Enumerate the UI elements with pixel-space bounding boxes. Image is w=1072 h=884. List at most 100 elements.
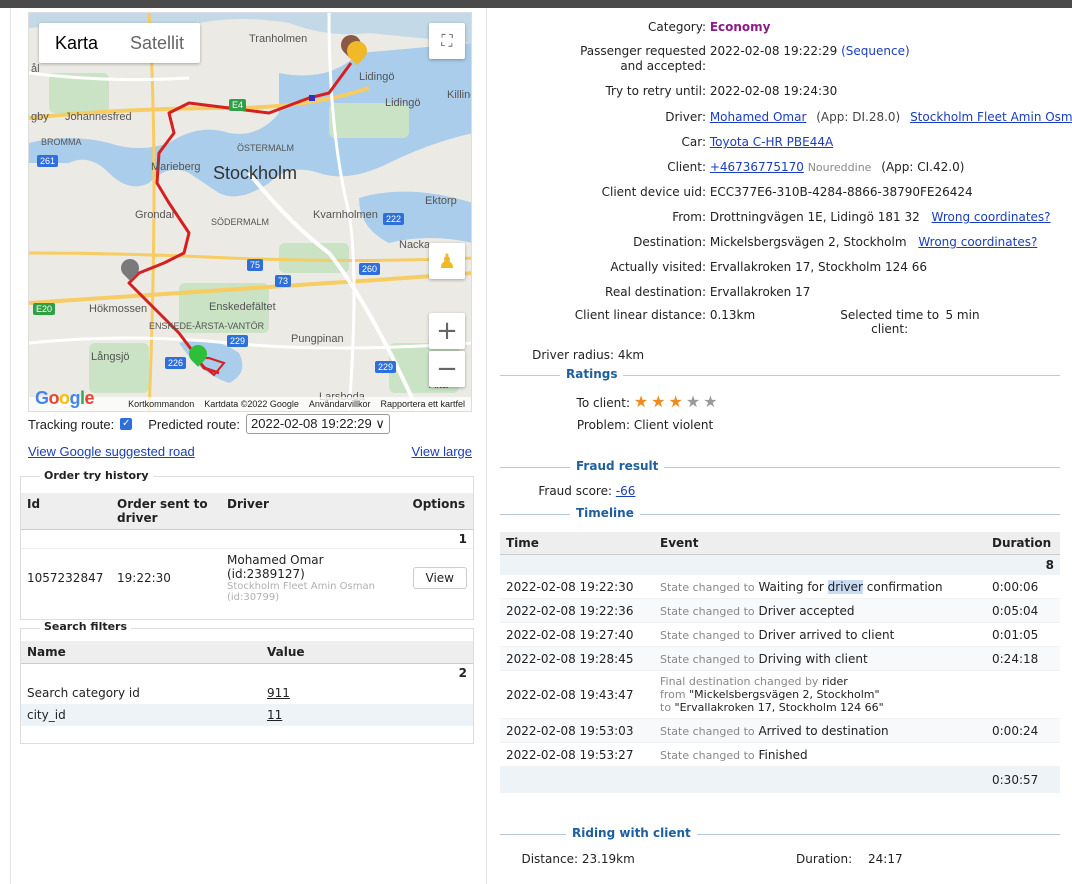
destination-value: Mickelsbergsvägen 2, Stockholm (709, 235, 907, 249)
predicted-route-select[interactable]: 2022-02-08 19:22:29 ∨ (246, 414, 390, 434)
road-sign: 260 (359, 263, 381, 275)
search-filters-table: Name Value 2 Search category id 911 city… (21, 641, 473, 726)
timeline-duration: 0:00:06 (986, 574, 1060, 599)
map-footer-terms[interactable]: Användarvillkor (309, 399, 371, 409)
fraud-score-link[interactable]: -66 (616, 484, 636, 498)
client-label: Client: (667, 160, 706, 174)
left-border (10, 8, 11, 884)
timeline-title: Timeline (570, 506, 640, 520)
table-row: 2022-02-08 19:22:30 State changed to Wai… (500, 574, 1060, 599)
road-sign: 75 (247, 259, 264, 271)
selected-time-label-line2: client: (871, 322, 909, 336)
timeline-time: 2022-02-08 19:22:30 (500, 574, 654, 599)
search-filters-title: Search filters (40, 620, 132, 633)
map-label-ektorp: Ektorp (425, 195, 457, 207)
star-filled-icon: ★★★ (633, 392, 686, 411)
timeline-time: 2022-02-08 19:53:27 (500, 742, 654, 767)
map-label-stockholm: Stockholm (213, 163, 298, 183)
road-sign: 229 (375, 361, 397, 373)
timeline-event-b: confirmation (862, 579, 943, 594)
map-label-lidingo-1: Lidingö (359, 71, 395, 83)
from-wrong-coordinates-link[interactable]: Wrong coordinates? (932, 210, 1051, 224)
map-label-marieberg: Marieberg (151, 161, 201, 173)
driver-label: Driver: (665, 110, 706, 124)
passenger-label-line1: Passenger requested (580, 44, 706, 58)
passenger-value: 2022-02-08 19:22:29 (709, 44, 838, 58)
timeline-duration (986, 742, 1060, 767)
filter-value: 911 (267, 686, 290, 700)
timeline-event: Driver arrived to client (758, 627, 895, 642)
from-row: From: Drottningvägen 1E, Lidingö 181 32 … (494, 210, 1054, 224)
map-type-satellit-button[interactable]: Satellit (114, 23, 200, 63)
passenger-label: Passenger requested and accepted: (494, 44, 706, 74)
category-label: Category: (648, 20, 706, 34)
map-label-al: ål (31, 63, 40, 75)
filter-value: 11 (267, 708, 283, 722)
client-phone-link[interactable]: +46736775170 (710, 160, 804, 174)
col-options: Options (406, 493, 473, 530)
road-sign: 226 (165, 357, 187, 369)
map-type-karta-button[interactable]: Karta (39, 23, 114, 63)
timeline-time: 2022-02-08 19:27:40 (500, 622, 654, 647)
route-map[interactable]: Tranholmen Lidingö Lidingö Killing Johan… (28, 12, 472, 412)
map-footer-report[interactable]: Rapportera ett kartfel (380, 399, 465, 409)
col-driver: Driver (221, 493, 407, 530)
col-id: Id (21, 493, 111, 530)
map-links: View Google suggested road View large (28, 444, 472, 459)
map-label-johannesfred: Johannesfred (65, 111, 132, 123)
driver-row: Driver: Mohamed Omar (App: DI.28.0) Stoc… (494, 110, 1072, 124)
destination-wrong-coordinates-link[interactable]: Wrong coordinates? (918, 235, 1037, 249)
view-large-link[interactable]: View large (412, 444, 472, 459)
riding-section: Riding with client (500, 826, 1060, 840)
order-try-history-panel: Id Order sent to driver Driver Options 1… (20, 476, 474, 620)
road-sign: 222 (383, 213, 405, 225)
category-row: Category: Economy (494, 20, 1054, 34)
problem-value: Client violent (633, 418, 714, 432)
timeline-time: 2022-02-08 19:28:45 (500, 646, 654, 671)
table-row: Search category id 911 (21, 682, 473, 704)
problem-label: Problem: (576, 418, 630, 432)
sequence-link[interactable]: (Sequence) (841, 44, 910, 58)
timeline-prefix: State changed to (660, 580, 755, 594)
from-label: From: (672, 210, 706, 224)
driver-name-link[interactable]: Mohamed Omar (710, 110, 807, 124)
history-view-button[interactable]: View (412, 567, 467, 589)
timeline-from-a: from (660, 688, 686, 701)
road-sign: 229 (227, 335, 249, 347)
order-history-table: Id Order sent to driver Driver Options 1… (21, 493, 473, 607)
timeline-change-a: Final destination changed by (660, 675, 819, 688)
timeline-section: Timeline (500, 506, 1060, 520)
map-label-tranholmen: Tranholmen (249, 33, 308, 45)
tracking-route-checkbox[interactable]: ✓ (120, 418, 133, 430)
timeline-prefix: State changed to (660, 724, 755, 738)
to-client-row: To client: ★★★★★ (494, 392, 1054, 411)
history-time: 19:22:30 (117, 571, 171, 585)
map-footer-shortcuts[interactable]: Kortkommandon (128, 399, 194, 409)
table-row: 2022-02-08 19:22:36 State changed to Dri… (500, 598, 1060, 623)
radius-value: 4km (617, 348, 645, 362)
real-destination-label: Real destination: (605, 285, 706, 299)
riding-distance-value: 23.19km (581, 852, 635, 866)
history-fleet: Stockholm Fleet Amin Osman (id:30799) (227, 581, 375, 603)
timeline-to-a: to (660, 701, 672, 714)
timeline-total-row: 0:30:57 (500, 766, 1060, 793)
street-view-pegman-icon[interactable]: ♟ (429, 243, 465, 279)
driver-fleet-link[interactable]: Stockholm Fleet Amin Osman (910, 110, 1072, 124)
column-divider (486, 8, 487, 884)
timeline-duration: 0:24:18 (986, 646, 1060, 671)
riding-duration-value: 24:17 (868, 852, 903, 866)
car-label: Car: (681, 135, 707, 149)
to-client-label: To client: (576, 396, 630, 410)
zoom-out-icon[interactable]: − (429, 351, 465, 387)
google-suggested-road-link[interactable]: View Google suggested road (28, 444, 195, 459)
filter-name: Search category id (27, 686, 140, 700)
road-sign: 261 (37, 155, 59, 167)
riding-distance-label: Distance: (521, 852, 578, 866)
selected-time-value: 5 min (945, 308, 980, 322)
car-link[interactable]: Toyota C-HR PBE44A (710, 135, 833, 149)
linear-distance-label: Client linear distance: (574, 308, 706, 322)
zoom-in-icon[interactable]: + (429, 313, 465, 349)
fullscreen-icon[interactable]: ⛶ (429, 23, 465, 59)
map-label-gby: gby (31, 111, 49, 123)
timeline-event: Driving with client (758, 651, 868, 666)
